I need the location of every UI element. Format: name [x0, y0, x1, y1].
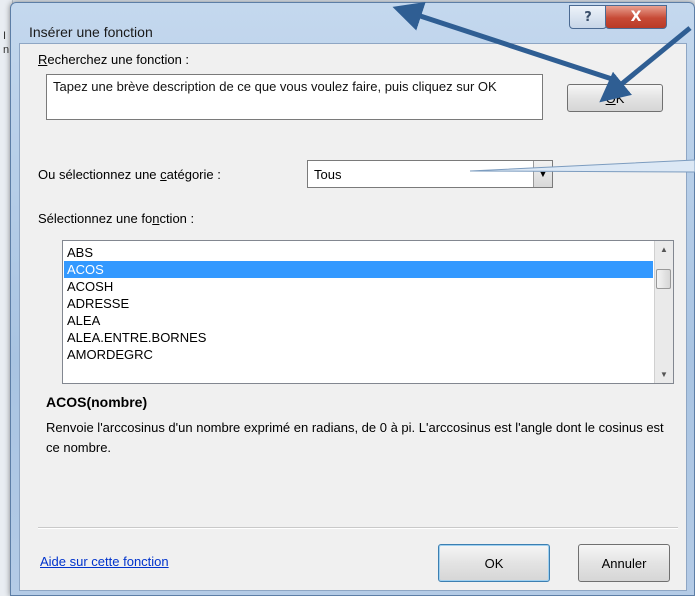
- chevron-down-icon[interactable]: ▼: [533, 161, 552, 187]
- function-description: Renvoie l'arccosinus d'un nombre exprimé…: [46, 420, 664, 455]
- background-letter: n: [3, 44, 10, 56]
- function-list-item[interactable]: ACOSH: [64, 278, 653, 295]
- search-description-input[interactable]: Tapez une brève description de ce que vo…: [46, 74, 543, 120]
- function-list-item[interactable]: AMORDEGRC: [64, 346, 653, 363]
- dialog-body: Recherchez une fonction : Tapez une brèv…: [19, 43, 687, 591]
- search-label: Recherchez une fonction :: [38, 52, 190, 67]
- help-button[interactable]: ?: [569, 5, 607, 29]
- function-list[interactable]: ABS ACOS ACOSH ADRESSE ALEA ALEA.ENTRE.BORNES…: [62, 240, 674, 384]
- function-list-item[interactable]: ACOS: [64, 261, 653, 278]
- scroll-down-icon[interactable]: ▼: [655, 366, 673, 383]
- background-letter: I: [3, 30, 7, 42]
- insert-function-dialog: Insérer une fonction ? X Recherchez une …: [10, 2, 695, 596]
- scroll-up-icon[interactable]: ▲: [655, 241, 673, 258]
- help-icon: ?: [584, 9, 592, 25]
- category-select[interactable]: Tous ▼: [307, 160, 553, 188]
- function-list-scrollbar[interactable]: ▲ ▼: [654, 241, 673, 383]
- function-list-item[interactable]: ABS: [64, 244, 653, 261]
- function-list-item[interactable]: ADRESSE: [64, 295, 653, 312]
- function-list-item[interactable]: ALEA.ENTRE.BORNES: [64, 329, 653, 346]
- scroll-thumb[interactable]: [656, 269, 671, 289]
- ok-button[interactable]: OK: [438, 544, 550, 582]
- function-list-label: Sélectionnez une fonction :: [38, 211, 195, 226]
- category-label: Ou sélectionnez une catégorie :: [38, 167, 221, 182]
- category-selected-value: Tous: [314, 167, 342, 182]
- title-bar[interactable]: Insérer une fonction ? X: [11, 3, 694, 43]
- divider: [38, 527, 678, 529]
- dialog-title: Insérer une fonction: [29, 24, 153, 40]
- cancel-button[interactable]: Annuler: [578, 544, 670, 582]
- search-ok-button[interactable]: OK: [567, 84, 663, 112]
- close-button[interactable]: X: [605, 5, 667, 29]
- function-signature: ACOS(nombre): [46, 394, 148, 410]
- function-list-items: ABS ACOS ACOSH ADRESSE ALEA ALEA.ENTRE.BORNES…: [64, 244, 653, 363]
- function-list-item[interactable]: ALEA: [64, 312, 653, 329]
- help-on-function-link[interactable]: Aide sur cette fonction: [40, 554, 169, 569]
- close-icon: X: [630, 9, 642, 25]
